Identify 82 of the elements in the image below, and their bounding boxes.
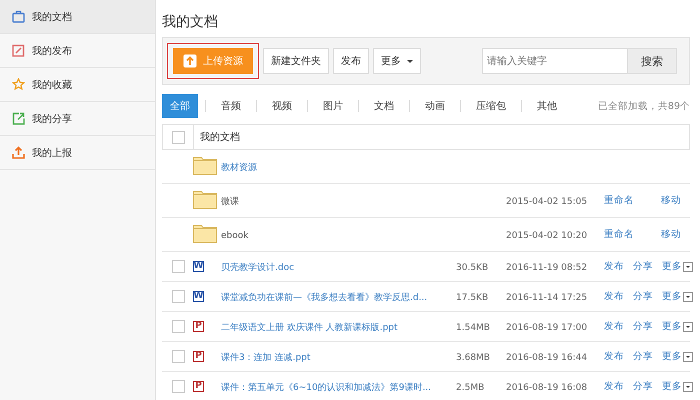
file-name[interactable]: ebook bbox=[221, 231, 248, 241]
sidebar-item[interactable]: 我的分享 bbox=[0, 102, 155, 136]
file-size: 17.5KB bbox=[456, 293, 488, 303]
upload-icon bbox=[183, 54, 197, 68]
filter-tab[interactable]: 音频 bbox=[213, 94, 249, 118]
file-name[interactable]: 教材资源 bbox=[221, 162, 257, 172]
dropdown-icon bbox=[683, 382, 693, 392]
checkbox[interactable] bbox=[172, 290, 184, 303]
file-name[interactable]: 贝壳教学设计.doc bbox=[221, 262, 294, 272]
sidebar-item[interactable]: 我的文档 bbox=[0, 0, 155, 34]
dropdown-icon bbox=[683, 262, 693, 272]
modified-date: 2016-11-19 08:52 bbox=[506, 263, 588, 273]
file-name[interactable]: 课堂减负功在课前—《我多想去看看》教学反思.d... bbox=[221, 292, 428, 302]
folder-icon bbox=[193, 223, 217, 243]
search-button[interactable]: 搜索 bbox=[628, 48, 677, 74]
more-dropdown[interactable]: 更多 bbox=[662, 260, 693, 273]
file-size: 1.54MB bbox=[456, 323, 490, 333]
sidebar-item[interactable]: 我的发布 bbox=[0, 34, 155, 68]
modified-date: 2016-08-19 17:00 bbox=[506, 323, 588, 333]
filter-tab[interactable]: 图片 bbox=[315, 94, 351, 118]
file-name[interactable]: 二年级语文上册 欢庆课件 人教新课标版.ppt bbox=[221, 322, 398, 332]
page-title: 我的文档 bbox=[162, 13, 218, 31]
modified-date: 2016-11-14 17:25 bbox=[506, 293, 588, 303]
filter-tab[interactable]: 动画 bbox=[417, 94, 453, 118]
file-name[interactable]: 课件3：连加 连减.ppt bbox=[221, 352, 310, 362]
file-size: 30.5KB bbox=[456, 263, 488, 273]
upload-button[interactable]: 上传资源 bbox=[173, 48, 253, 74]
load-status: 已全部加载，共89个 bbox=[598, 100, 690, 112]
filter-tab[interactable]: 其他 bbox=[529, 94, 565, 118]
sidebar-item[interactable]: 我的收藏 bbox=[0, 68, 155, 102]
upload-icon bbox=[12, 146, 25, 159]
folder-icon bbox=[193, 155, 217, 175]
edit-icon bbox=[12, 44, 25, 57]
action-link[interactable]: 移动 bbox=[661, 228, 681, 241]
more-dropdown[interactable]: 更多 bbox=[662, 380, 693, 393]
modified-date: 2016-08-19 16:44 bbox=[506, 353, 588, 363]
filter-tab[interactable]: 压缩包 bbox=[468, 94, 514, 118]
dropdown-icon bbox=[683, 322, 693, 332]
action-link[interactable]: 分享 bbox=[633, 350, 653, 363]
file-name[interactable]: 课件：第五单元《6~10的认识和加减法》第9课时... bbox=[221, 382, 432, 392]
briefcase-icon bbox=[12, 10, 25, 23]
action-link[interactable]: 发布 bbox=[604, 260, 624, 273]
action-link[interactable]: 重命名 bbox=[604, 194, 634, 207]
action-link[interactable]: 分享 bbox=[633, 380, 653, 393]
checkbox[interactable] bbox=[172, 260, 184, 273]
modified-date: 2015-04-02 15:05 bbox=[506, 197, 588, 207]
share-icon bbox=[12, 112, 25, 125]
action-link[interactable]: 分享 bbox=[633, 320, 653, 333]
select-all-checkbox[interactable] bbox=[172, 130, 184, 144]
action-link[interactable]: 发布 bbox=[604, 380, 624, 393]
search-field[interactable]: 请输入关键字 bbox=[482, 48, 628, 74]
action-link[interactable]: 发布 bbox=[604, 320, 624, 333]
toolbar-button[interactable]: 新建文件夹 bbox=[263, 48, 329, 74]
modified-date: 2015-04-02 10:20 bbox=[506, 231, 588, 241]
toolbar-button[interactable]: 发布 bbox=[333, 48, 369, 74]
more-button[interactable]: 更多 bbox=[373, 48, 421, 74]
action-link[interactable]: 重命名 bbox=[604, 228, 634, 241]
filter-tab[interactable]: 文档 bbox=[366, 94, 402, 118]
breadcrumb-item[interactable]: 我的文档 bbox=[194, 130, 240, 144]
folder-icon bbox=[193, 189, 217, 209]
action-link[interactable]: 分享 bbox=[633, 290, 653, 303]
sidebar-item[interactable]: 我的上报 bbox=[0, 136, 155, 170]
action-link[interactable]: 发布 bbox=[604, 350, 624, 363]
filter-tab[interactable]: 视频 bbox=[264, 94, 300, 118]
more-dropdown[interactable]: 更多 bbox=[662, 290, 693, 303]
dropdown-icon bbox=[683, 292, 693, 302]
dropdown-icon bbox=[683, 352, 693, 362]
checkbox[interactable] bbox=[172, 350, 184, 363]
action-link[interactable]: 发布 bbox=[604, 290, 624, 303]
caret-icon bbox=[407, 60, 413, 62]
filter-tab[interactable]: 全部 bbox=[162, 94, 198, 118]
star-icon bbox=[12, 78, 25, 91]
more-dropdown[interactable]: 更多 bbox=[662, 350, 693, 363]
checkbox[interactable] bbox=[172, 320, 184, 333]
action-link[interactable]: 移动 bbox=[661, 194, 681, 207]
checkbox[interactable] bbox=[172, 380, 184, 393]
file-name[interactable]: 微课 bbox=[221, 196, 239, 206]
file-size: 2.5MB bbox=[456, 383, 484, 393]
more-dropdown[interactable]: 更多 bbox=[662, 320, 693, 333]
modified-date: 2016-08-19 16:08 bbox=[506, 383, 588, 393]
file-size: 3.68MB bbox=[456, 353, 490, 363]
action-link[interactable]: 分享 bbox=[633, 260, 653, 273]
